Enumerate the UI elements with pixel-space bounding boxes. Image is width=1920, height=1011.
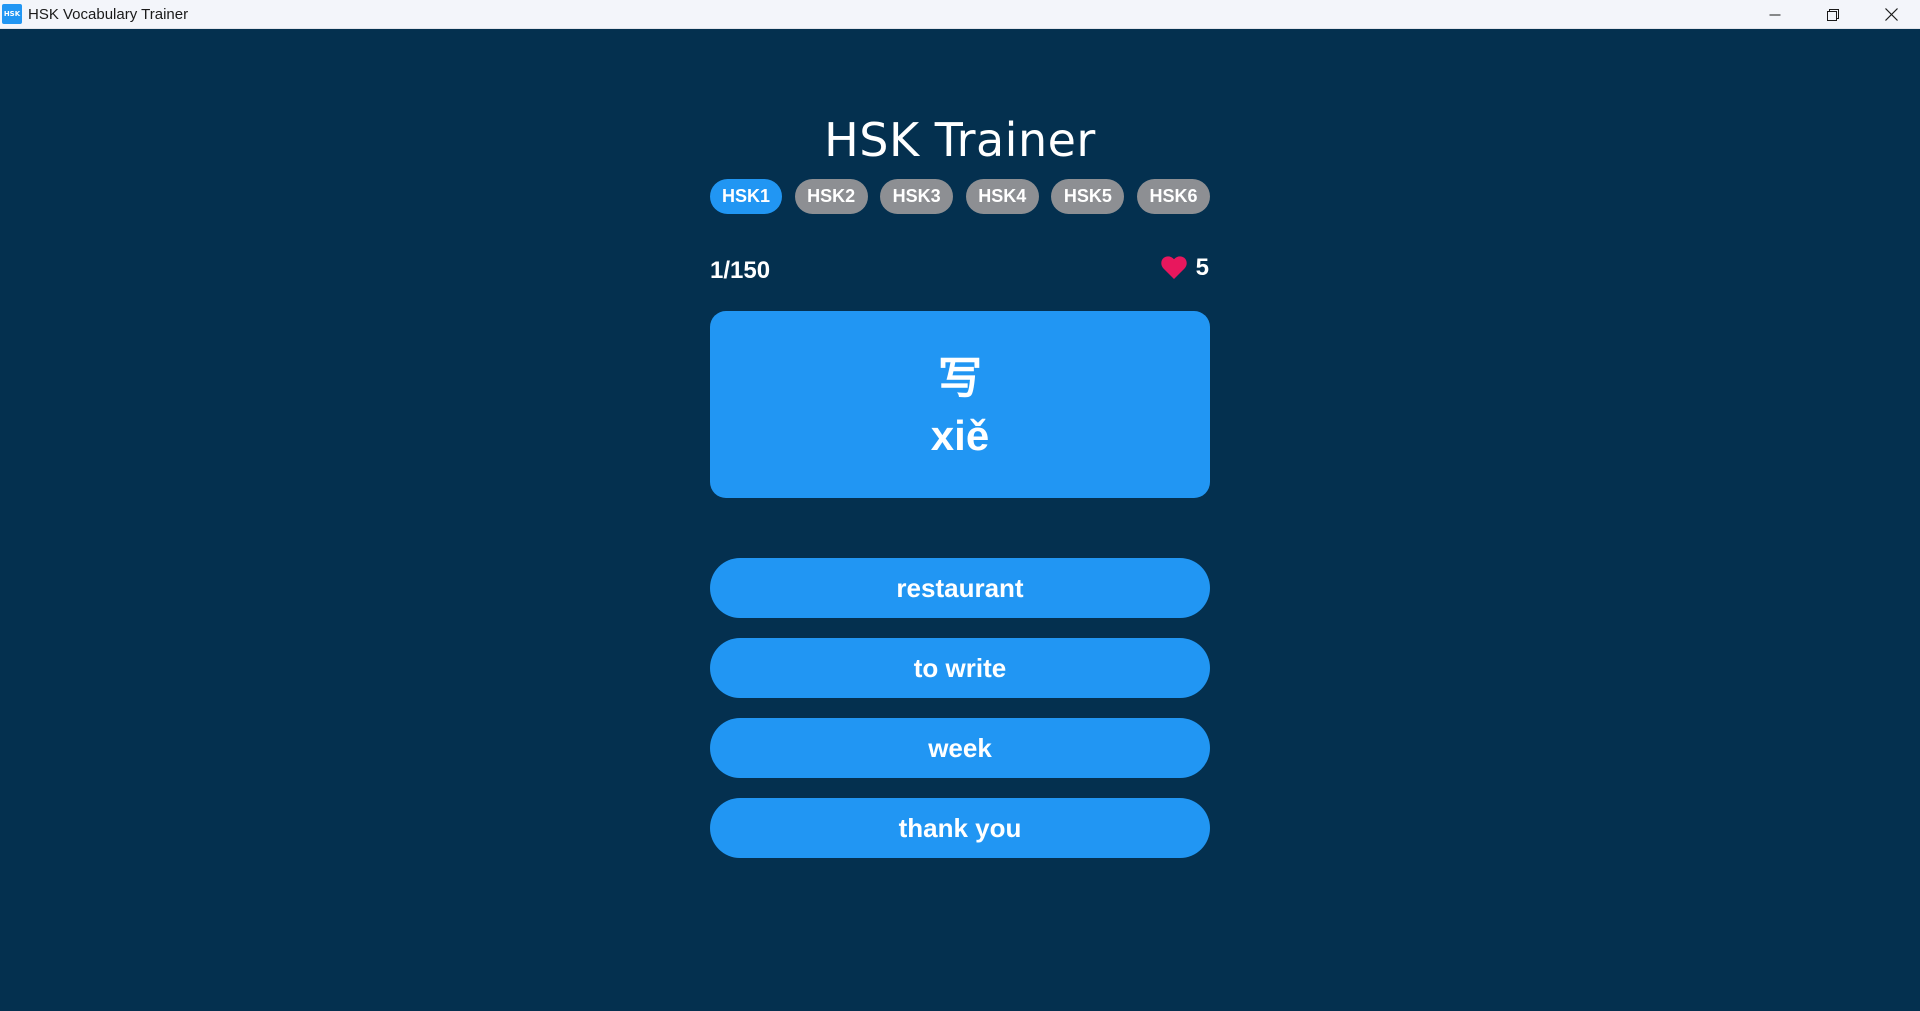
answer-button[interactable]: week [710, 718, 1210, 778]
level-selector: HSK1 HSK2 HSK3 HSK4 HSK5 HSK6 [710, 179, 1210, 214]
app-icon: HSK [2, 4, 22, 24]
word-card: 写 xiě [710, 311, 1210, 498]
minimize-button[interactable] [1746, 0, 1804, 29]
level-pill-hsk6[interactable]: HSK6 [1136, 179, 1210, 214]
answer-button[interactable]: restaurant [710, 558, 1210, 618]
close-icon [1884, 8, 1898, 21]
restore-icon [1827, 8, 1839, 21]
lives-count: 5 [1195, 254, 1209, 281]
lives-indicator: 5 [1160, 254, 1209, 282]
level-pill-hsk5[interactable]: HSK5 [1051, 179, 1125, 214]
heart-icon [1160, 256, 1187, 279]
app-content: HSK Trainer HSK1 HSK2 HSK3 HSK4 HSK5 HSK… [0, 29, 1920, 1011]
window-titlebar: HSK HSK Vocabulary Trainer [0, 0, 1920, 29]
answer-button[interactable]: thank you [710, 798, 1210, 858]
level-pill-hsk4[interactable]: HSK4 [965, 179, 1039, 214]
window-title: HSK Vocabulary Trainer [28, 5, 189, 23]
window-controls [1746, 0, 1920, 29]
word-hanzi: 写 [938, 352, 982, 404]
minimize-icon [1769, 14, 1781, 15]
close-button[interactable] [1862, 0, 1920, 29]
progress-counter: 1/150 [710, 257, 771, 284]
level-pill-hsk3[interactable]: HSK3 [880, 179, 954, 214]
word-pinyin: xiě [930, 411, 990, 459]
answer-options: restaurant to write week thank you [710, 558, 1210, 878]
maximize-button[interactable] [1804, 0, 1862, 29]
app-title: HSK Trainer [824, 113, 1096, 167]
level-pill-hsk2[interactable]: HSK2 [794, 179, 868, 214]
level-pill-hsk1[interactable]: HSK1 [710, 179, 782, 214]
answer-button[interactable]: to write [710, 638, 1210, 698]
